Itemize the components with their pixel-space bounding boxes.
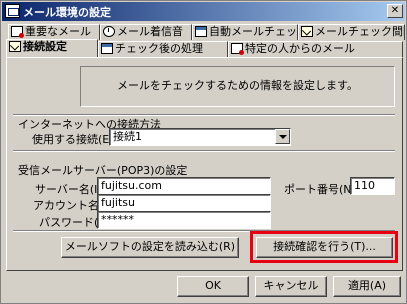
tab-after-check[interactable]: チェック後の処理 (98, 41, 228, 57)
password-input[interactable]: ****** (97, 211, 271, 229)
tab-specific-sender[interactable]: 特定の人からのメール (228, 41, 403, 57)
password-value: ****** (101, 213, 134, 226)
connection-value: 接続1 (113, 130, 142, 143)
load-mail-settings-button[interactable]: メールソフトの設定を読み込む(R) (61, 237, 239, 258)
pop3-section-label: 受信メールサーバー(POP3)の設定 (18, 164, 188, 177)
port-input[interactable]: 110 (350, 177, 395, 195)
connection-select[interactable]: 接続1 (109, 128, 291, 146)
cancel-button[interactable]: キャンセル (255, 276, 327, 297)
mail-app-icon (5, 4, 20, 18)
tab-check-interval[interactable]: メールチェック間隔 (298, 24, 405, 40)
tab-label: 特定の人からのメール (245, 42, 355, 55)
divider (13, 150, 395, 152)
button-label: キャンセル (263, 279, 319, 292)
sender-icon (231, 43, 244, 55)
tab-mail-sound[interactable]: メール着信音 (100, 24, 192, 40)
highlight-frame (250, 231, 398, 263)
ok-button[interactable]: OK (177, 276, 249, 297)
info-box: メールをチェックするための情報を設定します。 (80, 66, 395, 107)
account-input[interactable]: fujitsu (97, 194, 271, 212)
important-mail-icon (11, 26, 24, 38)
button-label: 適用(A) (347, 279, 387, 292)
tab-connection-settings[interactable]: 接続設定 (6, 39, 98, 57)
chevron-down-icon[interactable] (275, 129, 290, 144)
tab-important-mail[interactable]: 重要なメール (8, 24, 100, 40)
connection-label: 使用する接続(E): (32, 133, 118, 146)
tab-label: 自動メールチェック (209, 25, 297, 38)
tab-label: 接続設定 (23, 40, 67, 53)
calendar-icon (195, 26, 207, 37)
tab-label: チェック後の処理 (115, 42, 203, 55)
button-label: メールソフトの設定を読み込む(R) (64, 240, 236, 253)
apply-button[interactable]: 適用(A) (333, 276, 401, 297)
tab-label: メール着信音 (117, 25, 183, 38)
connection-icon (9, 41, 21, 52)
close-button[interactable]: ✕ (387, 4, 403, 18)
tab-label: 重要なメール (25, 25, 91, 38)
after-check-icon (101, 43, 113, 54)
port-label: ポート番号(N): (284, 183, 360, 196)
settings-dialog: メール環境の設定 ✕ 重要なメール メール着信音 自動メールチェック メールチェ… (0, 0, 407, 304)
server-input[interactable]: fujitsu.com (97, 177, 271, 195)
account-value: fujitsu (101, 196, 135, 209)
title-bar: メール環境の設定 ✕ (2, 2, 405, 21)
server-value: fujitsu.com (101, 179, 162, 192)
tab-auto-check[interactable]: 自動メールチェック (192, 24, 298, 40)
info-text: メールをチェックするための情報を設定します。 (117, 79, 358, 92)
port-value: 110 (354, 179, 375, 192)
window-title: メール環境の設定 (23, 6, 111, 19)
server-label: サーバー名(I): (35, 183, 106, 196)
sound-icon (103, 26, 115, 37)
tab-label: メールチェック間隔 (315, 25, 405, 38)
button-label: OK (205, 279, 221, 292)
mail-check-icon (301, 26, 313, 37)
